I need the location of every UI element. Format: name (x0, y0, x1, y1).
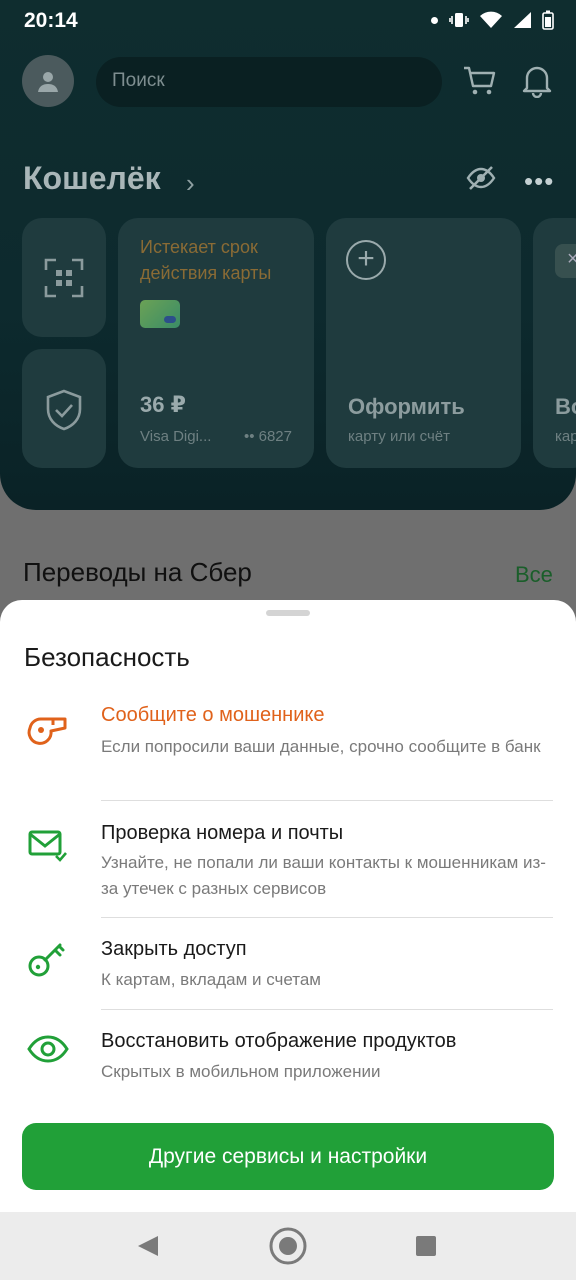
partial-tile-title: Во (555, 394, 576, 419)
recents-icon[interactable] (415, 1235, 437, 1257)
profile-avatar[interactable] (22, 55, 74, 107)
check-contacts-item[interactable]: Проверка номера и почты Узнайте, не попа… (0, 820, 576, 918)
card-thumbnail (140, 300, 180, 328)
restore-products-item[interactable]: Восстановить отображение продуктов Скрыт… (0, 1029, 576, 1101)
sheet-title: Безопасность (24, 642, 190, 672)
whistle-icon (27, 717, 67, 745)
key-icon (28, 943, 65, 977)
divider (101, 1009, 553, 1010)
card-expiring-label: Истекает срок действия карты (140, 237, 272, 283)
system-navigation-bar (0, 1212, 576, 1280)
card-name: Visa Digi... (140, 428, 212, 445)
back-icon[interactable] (136, 1234, 160, 1258)
divider (101, 917, 553, 918)
item-title: Восстановить отображение продуктов (101, 1030, 457, 1052)
item-title: Закрыть доступ (101, 938, 247, 960)
transfers-all-link[interactable]: Все (515, 562, 553, 588)
eye-icon (27, 1035, 69, 1063)
status-time: 20:14 (24, 9, 78, 32)
wifi-icon (480, 11, 502, 28)
other-services-button[interactable]: Другие сервисы и настройки (22, 1123, 554, 1190)
item-subtitle: Если попросили ваши данные, срочно сообщ… (101, 737, 541, 756)
divider (101, 800, 553, 801)
mail-check-icon (28, 830, 67, 862)
sheet-drag-handle[interactable] (266, 610, 310, 616)
wallet-card-tile[interactable]: Истекает срок действия карты 36 ₽ Visa D… (118, 218, 314, 468)
wallet-title[interactable]: Кошелёк (23, 160, 161, 197)
vibrate-icon (449, 13, 469, 27)
partial-tile[interactable]: × Во кар (533, 218, 576, 468)
card-balance: 36 ₽ (140, 392, 186, 417)
eye-off-icon[interactable] (466, 164, 496, 192)
item-title: Сообщите о мошеннике (101, 704, 325, 726)
card-number: •• 6827 (243, 428, 292, 445)
chevron-right-icon[interactable]: › (186, 168, 195, 199)
user-icon (38, 72, 58, 92)
home-icon[interactable] (268, 1226, 308, 1266)
close-access-item[interactable]: Закрыть доступ К картам, вкладам и счета… (0, 937, 576, 1009)
signal-icon (514, 12, 531, 28)
plus-icon: + (346, 240, 386, 280)
report-fraud-item[interactable]: Сообщите о мошеннике Если попросили ваши… (0, 702, 576, 800)
item-subtitle: К картам, вкладам и счетам (101, 970, 321, 989)
shield-check-icon (46, 389, 82, 431)
add-product-tile[interactable]: + Оформить карту или счёт (326, 218, 521, 468)
cart-icon[interactable] (462, 62, 498, 98)
search-input[interactable]: Поиск (96, 57, 442, 107)
partial-tile-subtitle: кар (555, 428, 576, 445)
add-product-title: Оформить (348, 394, 465, 419)
more-options-icon[interactable]: ••• (524, 166, 554, 197)
close-icon: × (555, 244, 576, 278)
add-product-subtitle: карту или счёт (348, 428, 450, 445)
bell-icon[interactable] (519, 62, 555, 98)
qr-scan-icon (44, 258, 84, 298)
status-bar: 20:14 (0, 0, 576, 42)
notification-dot-icon (431, 16, 438, 24)
item-subtitle: Скрытых в мобильном приложении (101, 1062, 381, 1081)
qr-scan-tile[interactable] (22, 218, 106, 337)
transfers-title: Переводы на Сбер (23, 557, 252, 587)
item-title: Проверка номера и почты (101, 822, 344, 844)
item-subtitle: Узнайте, не попали ли ваши контакты к мо… (101, 853, 546, 898)
search-placeholder: Поиск (112, 70, 165, 91)
security-bottom-sheet: Безопасность Сообщите о мошеннике Если п… (0, 600, 576, 1212)
security-tile[interactable] (22, 349, 106, 468)
battery-icon (542, 10, 554, 30)
